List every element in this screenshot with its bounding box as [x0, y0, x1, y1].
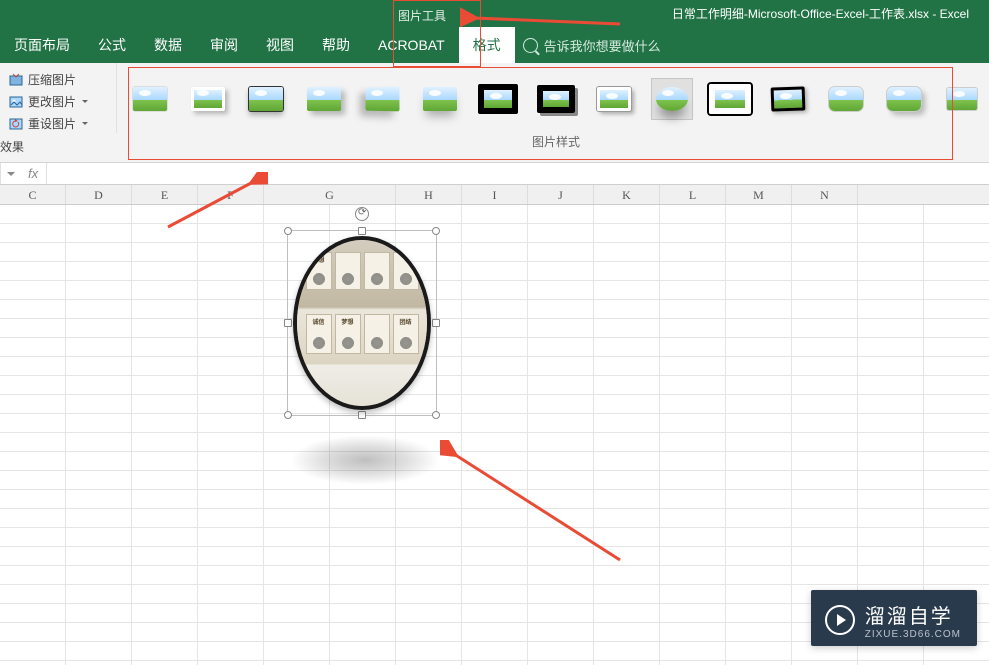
title-bar: 图片工具 日常工作明细-Microsoft-Office-Excel-工作表.x…	[0, 0, 989, 27]
picture-style-5[interactable]	[361, 78, 403, 120]
column-header-F[interactable]: F	[198, 185, 264, 204]
bulb-icon	[523, 38, 538, 53]
column-header-G[interactable]: G	[264, 185, 396, 204]
tab-formulas[interactable]: 公式	[84, 27, 140, 63]
column-header-I[interactable]: I	[462, 185, 528, 204]
picture-style-4[interactable]	[303, 78, 345, 120]
chevron-down-icon	[82, 100, 88, 103]
column-headers: CDEFGHIJKLMN	[0, 185, 989, 205]
picture-style-12[interactable]	[767, 78, 809, 120]
picture-style-9[interactable]	[593, 78, 635, 120]
namebox-dropdown[interactable]	[0, 163, 20, 184]
picture-styles-label: 图片样式	[129, 127, 983, 150]
adjust-group: 效果 压缩图片 更改图片 重设图片	[0, 63, 117, 133]
column-header-D[interactable]: D	[66, 185, 132, 204]
resize-handle-n[interactable]	[358, 227, 366, 235]
poster: 团结	[393, 314, 419, 354]
picture-style-11[interactable]	[709, 78, 751, 120]
picture-shadow	[290, 435, 440, 485]
tab-format[interactable]: 格式	[459, 27, 515, 63]
reset-picture-button[interactable]: 重设图片	[4, 114, 112, 133]
picture-styles-gallery: 图片样式	[117, 63, 989, 150]
change-picture-button[interactable]: 更改图片	[4, 92, 112, 111]
change-picture-icon	[8, 94, 24, 110]
tab-page-layout[interactable]: 页面布局	[0, 27, 84, 63]
ribbon-tabs: 页面布局 公式 数据 审阅 视图 帮助 ACROBAT 格式 告诉我你想要做什么	[0, 27, 989, 63]
compress-icon	[8, 72, 24, 88]
poster	[364, 252, 390, 290]
oval-picture-content: 梦想 诚信梦想团结	[293, 236, 431, 410]
formula-input[interactable]	[47, 163, 989, 184]
picture-style-7[interactable]	[477, 78, 519, 120]
ribbon: 效果 压缩图片 更改图片 重设图片	[0, 63, 989, 163]
poster: 梦想	[335, 314, 361, 354]
reset-picture-icon	[8, 116, 24, 132]
resize-handle-ne[interactable]	[432, 227, 440, 235]
picture-style-6[interactable]	[419, 78, 461, 120]
tab-acrobat[interactable]: ACROBAT	[364, 27, 459, 63]
resize-handle-nw[interactable]	[284, 227, 292, 235]
column-header-M[interactable]: M	[726, 185, 792, 204]
picture-style-1[interactable]	[129, 78, 171, 120]
picture-tools-title: 图片工具	[390, 0, 454, 27]
resize-handle-sw[interactable]	[284, 411, 292, 419]
picture-style-2[interactable]	[187, 78, 229, 120]
poster	[393, 252, 419, 290]
column-header-H[interactable]: H	[396, 185, 462, 204]
watermark-main: 溜溜自学	[865, 600, 961, 629]
picture-style-8[interactable]	[535, 78, 577, 120]
column-header-N[interactable]: N	[792, 185, 858, 204]
column-header-K[interactable]: K	[594, 185, 660, 204]
resize-handle-w[interactable]	[284, 319, 292, 327]
selected-picture[interactable]: 梦想 诚信梦想团结	[287, 230, 437, 416]
watermark: 溜溜自学 ZIXUE.3D66.COM	[811, 590, 977, 646]
column-header-E[interactable]: E	[132, 185, 198, 204]
column-header-J[interactable]: J	[528, 185, 594, 204]
column-header-L[interactable]: L	[660, 185, 726, 204]
tell-me-label: 告诉我你想要做什么	[544, 36, 661, 55]
resize-handle-e[interactable]	[432, 319, 440, 327]
chevron-down-icon	[82, 122, 88, 125]
tab-help[interactable]: 帮助	[308, 27, 364, 63]
picture-style-oval-selected[interactable]	[651, 78, 693, 120]
picture-style-3[interactable]	[245, 78, 287, 120]
poster	[335, 252, 361, 290]
tab-review[interactable]: 审阅	[196, 27, 252, 63]
formula-bar: fx	[0, 163, 989, 185]
watermark-sub: ZIXUE.3D66.COM	[865, 629, 961, 640]
tell-me-search[interactable]: 告诉我你想要做什么	[523, 27, 661, 63]
tab-view[interactable]: 视图	[252, 27, 308, 63]
poster	[364, 314, 390, 354]
window-title: 日常工作明细-Microsoft-Office-Excel-工作表.xlsx -…	[672, 0, 969, 27]
poster: 梦想	[306, 252, 332, 290]
picture-style-13[interactable]	[825, 78, 867, 120]
compress-pictures-button[interactable]: 压缩图片	[4, 70, 112, 89]
column-header-C[interactable]: C	[0, 185, 66, 204]
resize-handle-se[interactable]	[432, 411, 440, 419]
fx-button[interactable]: fx	[20, 163, 47, 184]
chevron-down-icon	[7, 172, 15, 176]
effects-label-partial: 效果	[0, 138, 24, 155]
play-circle-icon	[825, 605, 855, 635]
poster: 诚信	[306, 314, 332, 354]
resize-handle-s[interactable]	[358, 411, 366, 419]
tab-data[interactable]: 数据	[140, 27, 196, 63]
picture-style-15[interactable]	[941, 78, 983, 120]
rotate-handle[interactable]	[355, 207, 369, 221]
picture-style-14[interactable]	[883, 78, 925, 120]
